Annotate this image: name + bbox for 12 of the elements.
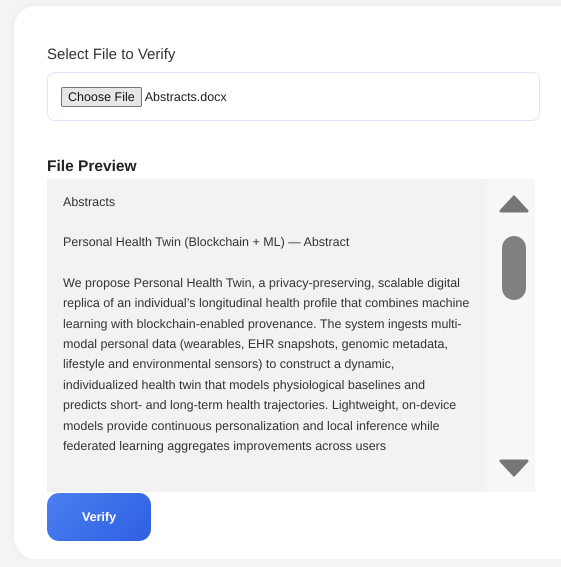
scrollbar-thumb[interactable] (502, 236, 526, 300)
file-input-field[interactable]: Choose File Abstracts.docx (47, 72, 540, 121)
preview-paragraph: Personal Health Twin (Blockchain + ML) — Abstract (63, 234, 350, 252)
scroll-up-icon[interactable] (499, 195, 529, 213)
preview-paragraph: We propose Personal Health Twin, a privacy-preserving, scalable digital replica of an individual’s longitudinal health profile that combines machine learning with blockchain-enabled provenance. The system ingests multi-modal personal data (wearables, EHR snapshots, genomic metadata, lifestyle and environmental sensors) to construct a dynamic, individualized health twin that models physiological baselines and predicts short- and long-term health trajectories. Lightweight, on-device models provide continuous personalization and local inference while federated learning aggregates improvements across users (63, 274, 470, 456)
scroll-down-icon[interactable] (499, 459, 529, 477)
choose-file-button[interactable]: Choose File (61, 86, 142, 106)
verify-button[interactable]: Verify (47, 493, 151, 541)
file-name: Abstracts.docx (144, 90, 227, 104)
field-label: Select File to Verify (47, 46, 176, 63)
preview-title: File Preview (47, 158, 138, 176)
preview-paragraph: Abstracts (63, 194, 116, 211)
